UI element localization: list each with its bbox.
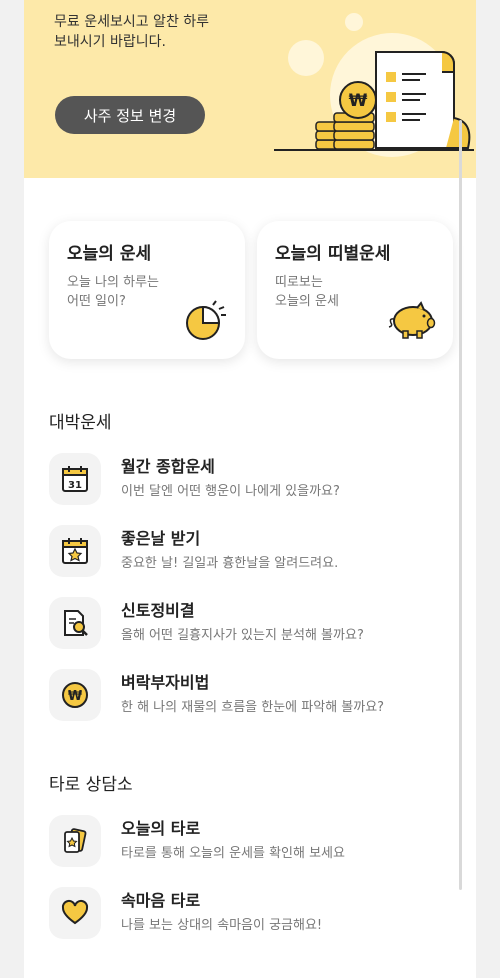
coin-symbol: ₩: [349, 91, 368, 111]
scrollbar[interactable]: [459, 120, 462, 890]
item-title: 벼락부자비법: [121, 673, 210, 692]
list-item-monthly-fortune[interactable]: 31 월간 종합운세 이번 달엔 어떤 행운이 나에게 있을까요?: [49, 453, 449, 513]
item-title: 오늘의 타로: [121, 819, 201, 838]
card-desc-line: 오늘의 운세: [275, 294, 339, 309]
item-subtitle: 이번 달엔 어떤 행운이 나에게 있을까요?: [121, 484, 340, 499]
section-title-daebak: 대박운세: [49, 413, 112, 433]
calendar-date: 31: [68, 480, 82, 491]
section-title-tarot: 타로 상담소: [49, 775, 133, 795]
list-item-heart-tarot[interactable]: 속마음 타로 나를 보는 상대의 속마음이 궁금해요!: [49, 887, 449, 947]
list-item-today-tarot[interactable]: 오늘의 타로 타로를 통해 오늘의 운세를 확인해 보세요: [49, 815, 449, 875]
item-title: 속마음 타로: [121, 891, 201, 910]
card-desc-line: 오늘 나의 하루는: [67, 275, 159, 290]
heart-icon: [49, 887, 101, 939]
item-subtitle: 나를 보는 상대의 속마음이 궁금해요!: [121, 918, 323, 933]
list-item-good-day[interactable]: 좋은날 받기 중요한 날! 길일과 흉한날을 알려드려요.: [49, 525, 449, 585]
item-title: 월간 종합운세: [121, 457, 215, 476]
calendar-icon: 31: [49, 453, 101, 505]
card-desc-line: 어떤 일이?: [67, 294, 126, 309]
pie-chart-icon: [186, 300, 226, 340]
promo-banner: 무료 운세보시고 알찬 하루 보내시기 바랍니다. 사주 정보 변경 ₩: [24, 0, 476, 178]
today-fortune-card[interactable]: 오늘의 운세 오늘 나의 하루는 어떤 일이?: [49, 221, 245, 359]
item-subtitle: 올해 어떤 길흉지사가 있는지 분석해 볼까요?: [121, 628, 364, 643]
tarot-card-icon: [49, 815, 101, 867]
won-symbol: ₩: [68, 689, 83, 704]
zodiac-fortune-card[interactable]: 오늘의 띠별운세 띠로보는 오늘의 운세: [257, 221, 453, 359]
list-item-wealth[interactable]: ₩ 벼락부자비법 한 해 나의 재물의 흐름을 한눈에 파악해 볼까요?: [49, 669, 449, 729]
card-description: 띠로보는 오늘의 운세: [275, 273, 405, 311]
item-subtitle: 중요한 날! 길일과 흉한날을 알려드려요.: [121, 556, 339, 571]
change-saju-info-button[interactable]: 사주 정보 변경: [55, 96, 205, 134]
item-title: 좋은날 받기: [121, 529, 201, 548]
card-desc-line: 띠로보는: [275, 275, 323, 290]
card-title: 오늘의 운세: [67, 244, 152, 264]
calendar-star-icon: [49, 525, 101, 577]
pig-icon: [388, 301, 436, 339]
money-document-illustration: ₩: [274, 13, 474, 157]
list-item-tojeong[interactable]: 신토정비결 올해 어떤 길흉지사가 있는지 분석해 볼까요?: [49, 597, 449, 657]
item-subtitle: 타로를 통해 오늘의 운세를 확인해 보세요: [121, 846, 345, 861]
item-subtitle: 한 해 나의 재물의 흐름을 한눈에 파악해 볼까요?: [121, 700, 385, 715]
document-search-icon: [49, 597, 101, 649]
page: 무료 운세보시고 알찬 하루 보내시기 바랍니다. 사주 정보 변경 ₩ 오늘의…: [24, 0, 476, 978]
item-title: 신토정비결: [121, 601, 195, 620]
won-coin-icon: ₩: [49, 669, 101, 721]
card-title: 오늘의 띠별운세: [275, 244, 391, 264]
card-description: 오늘 나의 하루는 어떤 일이?: [67, 273, 197, 311]
